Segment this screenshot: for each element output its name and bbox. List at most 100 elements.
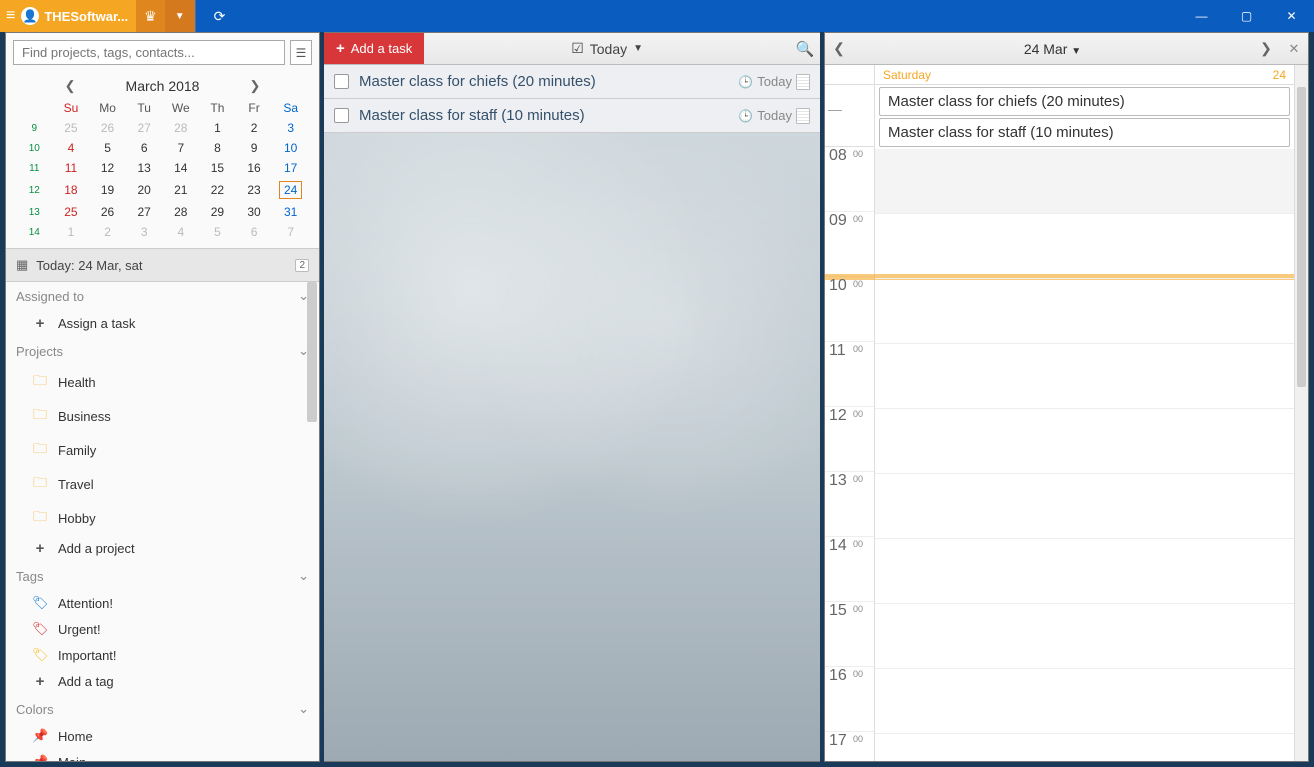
task-row[interactable]: Master class for chiefs (20 minutes) 🕒 T… bbox=[324, 65, 820, 99]
calendar-day[interactable]: 20 bbox=[126, 178, 163, 202]
calendar-day[interactable]: 25 bbox=[53, 202, 90, 222]
calendar-next[interactable]: ❯ bbox=[249, 78, 260, 94]
hour-cell[interactable] bbox=[875, 409, 1294, 474]
add-project-item[interactable]: + Add a project bbox=[6, 535, 319, 562]
sidebar-scrollbar[interactable] bbox=[307, 282, 317, 422]
calendar-day[interactable]: 28 bbox=[163, 118, 200, 138]
calendar-day[interactable]: 26 bbox=[89, 202, 126, 222]
calendar-day[interactable]: 30 bbox=[236, 202, 273, 222]
tag-item[interactable]: 🏷 Urgent! bbox=[6, 616, 319, 642]
task-search-button[interactable]: 🔍 bbox=[790, 40, 820, 58]
section-assigned[interactable]: Assigned to ⌄ bbox=[6, 282, 319, 310]
calendar-day[interactable]: 25 bbox=[53, 118, 90, 138]
section-colors[interactable]: Colors ⌄ bbox=[6, 695, 319, 723]
calendar-day[interactable]: 7 bbox=[272, 222, 309, 242]
calendar-day[interactable]: 31 bbox=[272, 202, 309, 222]
section-projects[interactable]: Projects ⌄ bbox=[6, 337, 319, 365]
allday-event[interactable]: Master class for chiefs (20 minutes) bbox=[879, 87, 1290, 116]
tag-item[interactable]: 🏷 Important! bbox=[6, 642, 319, 668]
calendar-day[interactable]: 10 bbox=[272, 138, 309, 158]
calendar-day[interactable]: 18 bbox=[53, 178, 90, 202]
task-row[interactable]: Master class for staff (10 minutes) 🕒 To… bbox=[324, 99, 820, 133]
calendar-day[interactable]: 5 bbox=[89, 138, 126, 158]
calendar-day[interactable]: 8 bbox=[199, 138, 236, 158]
day-close-button[interactable]: ✕ bbox=[1280, 41, 1308, 57]
project-item[interactable]: 🗀 Health bbox=[6, 365, 319, 399]
calendar-day[interactable]: 27 bbox=[126, 202, 163, 222]
hour-cell[interactable] bbox=[875, 539, 1294, 604]
calendar-day[interactable]: 6 bbox=[126, 138, 163, 158]
day-column[interactable]: Saturday 24 Master class for chiefs (20 … bbox=[875, 65, 1294, 761]
sync-button[interactable]: ⟳ bbox=[195, 0, 244, 32]
add-task-button[interactable]: + Add a task bbox=[324, 33, 424, 64]
calendar-prev[interactable]: ❮ bbox=[65, 78, 76, 94]
calendar-day[interactable]: 19 bbox=[89, 178, 126, 202]
calendar-day[interactable]: 4 bbox=[163, 222, 200, 242]
day-prev-button[interactable]: ❮ bbox=[825, 40, 853, 57]
project-item[interactable]: 🗀 Hobby bbox=[6, 501, 319, 535]
calendar-day[interactable]: 17 bbox=[272, 158, 309, 178]
tag-item[interactable]: 🏷 Attention! bbox=[6, 590, 319, 616]
today-shortcut[interactable]: ▦ Today: 24 Mar, sat 2 bbox=[6, 248, 319, 282]
calendar-day[interactable]: 29 bbox=[199, 202, 236, 222]
project-item[interactable]: 🗀 Family bbox=[6, 433, 319, 467]
calendar-day[interactable]: 6 bbox=[236, 222, 273, 242]
app-menu[interactable]: ≡ 👤 THESoftwar... bbox=[0, 0, 136, 32]
task-checkbox[interactable] bbox=[334, 108, 349, 123]
calendar-day[interactable]: 13 bbox=[126, 158, 163, 178]
calendar-day[interactable]: 27 bbox=[126, 118, 163, 138]
calendar-day[interactable]: 22 bbox=[199, 178, 236, 202]
calendar-day[interactable]: 28 bbox=[163, 202, 200, 222]
calendar-day[interactable]: 26 bbox=[89, 118, 126, 138]
account-dropdown[interactable]: ▼ bbox=[165, 0, 195, 32]
calendar-day[interactable]: 3 bbox=[126, 222, 163, 242]
add-tag-item[interactable]: + Add a tag bbox=[6, 668, 319, 695]
minimize-button[interactable]: — bbox=[1179, 0, 1224, 32]
calendar-day[interactable]: 2 bbox=[236, 118, 273, 138]
calendar-grid[interactable]: SuMoTuWeThFrSa92526272812310456789101111… bbox=[16, 98, 309, 242]
calendar-day[interactable]: 9 bbox=[236, 138, 273, 158]
calendar-day[interactable]: 14 bbox=[163, 158, 200, 178]
calendar-day[interactable]: 21 bbox=[163, 178, 200, 202]
calendar-day[interactable]: 2 bbox=[89, 222, 126, 242]
calendar-day[interactable]: 1 bbox=[53, 222, 90, 242]
calendar-day[interactable]: 23 bbox=[236, 178, 273, 202]
search-input[interactable] bbox=[13, 40, 285, 65]
calendar-day[interactable]: 24 bbox=[272, 178, 309, 202]
task-checkbox[interactable] bbox=[334, 74, 349, 89]
hour-cell[interactable] bbox=[875, 214, 1294, 279]
calendar-day[interactable]: 5 bbox=[199, 222, 236, 242]
project-item[interactable]: 🗀 Travel bbox=[6, 467, 319, 501]
day-scrollbar[interactable] bbox=[1294, 65, 1308, 761]
hour-cell[interactable] bbox=[875, 474, 1294, 539]
day-next-button[interactable]: ❯ bbox=[1252, 40, 1280, 57]
calendar-day[interactable]: 7 bbox=[163, 138, 200, 158]
calendar-month-label[interactable]: March 2018 bbox=[126, 78, 200, 94]
premium-button[interactable]: ♛ bbox=[136, 0, 165, 32]
calendar-day[interactable]: 4 bbox=[53, 138, 90, 158]
allday-event[interactable]: Master class for staff (10 minutes) bbox=[879, 118, 1290, 147]
expand-allday-button[interactable]: — bbox=[828, 101, 842, 117]
calendar-day[interactable]: 11 bbox=[53, 158, 90, 178]
search-options-button[interactable]: ☰ bbox=[290, 40, 312, 65]
hour-cell[interactable] bbox=[875, 279, 1294, 344]
hour-cell[interactable] bbox=[875, 734, 1294, 761]
calendar-day[interactable]: 15 bbox=[199, 158, 236, 178]
calendar-day[interactable]: 12 bbox=[89, 158, 126, 178]
note-icon[interactable] bbox=[796, 74, 810, 90]
day-title[interactable]: 24 Mar ▼ bbox=[853, 41, 1252, 57]
project-item[interactable]: 🗀 Business bbox=[6, 399, 319, 433]
note-icon[interactable] bbox=[796, 108, 810, 124]
hour-cell[interactable] bbox=[875, 149, 1294, 214]
color-item[interactable]: 📌 Home bbox=[6, 723, 319, 749]
task-view-title[interactable]: ☑ Today ▼ bbox=[424, 40, 790, 57]
hour-cell[interactable] bbox=[875, 604, 1294, 669]
hour-cell[interactable] bbox=[875, 344, 1294, 409]
maximize-button[interactable]: ▢ bbox=[1224, 0, 1269, 32]
assign-task-item[interactable]: + Assign a task bbox=[6, 310, 319, 337]
color-item[interactable]: 📌 Main bbox=[6, 749, 319, 761]
close-button[interactable]: ✕ bbox=[1269, 0, 1314, 32]
calendar-day[interactable]: 3 bbox=[272, 118, 309, 138]
calendar-day[interactable]: 1 bbox=[199, 118, 236, 138]
section-tags[interactable]: Tags ⌄ bbox=[6, 562, 319, 590]
